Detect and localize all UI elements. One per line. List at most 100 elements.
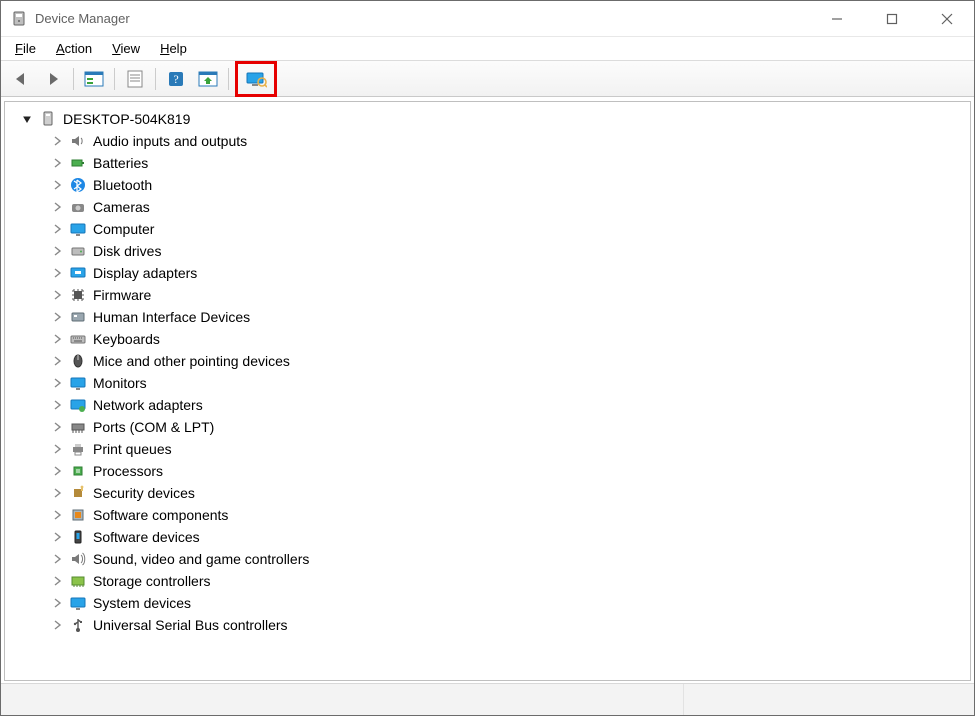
chip-icon	[69, 286, 87, 304]
toolbar-separator	[114, 68, 115, 90]
chevron-right-icon[interactable]	[51, 267, 63, 279]
menu-view[interactable]: View	[104, 39, 148, 58]
tree-node[interactable]: Disk drives	[11, 240, 968, 262]
chevron-right-icon[interactable]	[51, 465, 63, 477]
tree-node[interactable]: Print queues	[11, 438, 968, 460]
app-icon	[11, 11, 27, 27]
chevron-right-icon[interactable]	[51, 289, 63, 301]
tree-node-label: Cameras	[93, 199, 150, 215]
tree-node-label: Software devices	[93, 529, 200, 545]
tree-node[interactable]: Ports (COM & LPT)	[11, 416, 968, 438]
chevron-right-icon[interactable]	[51, 135, 63, 147]
chevron-right-icon[interactable]	[51, 399, 63, 411]
update-driver-button[interactable]	[194, 65, 222, 93]
cpu-icon	[69, 462, 87, 480]
chevron-right-icon[interactable]	[51, 311, 63, 323]
tree-node-label: Bluetooth	[93, 177, 152, 193]
sound-icon	[69, 550, 87, 568]
speaker-icon	[69, 132, 87, 150]
chevron-right-icon[interactable]	[51, 553, 63, 565]
network-icon	[69, 396, 87, 414]
annotation-highlight	[235, 61, 277, 97]
tree-node[interactable]: Universal Serial Bus controllers	[11, 614, 968, 636]
tree-node-label: System devices	[93, 595, 191, 611]
menu-help[interactable]: Help	[152, 39, 195, 58]
tree-node-label: Security devices	[93, 485, 195, 501]
tree-node-label: Mice and other pointing devices	[93, 353, 290, 369]
software-component-icon	[69, 506, 87, 524]
chevron-right-icon[interactable]	[51, 333, 63, 345]
tree-node-label: Human Interface Devices	[93, 309, 250, 325]
chevron-right-icon[interactable]	[51, 619, 63, 631]
toolbar-separator	[73, 68, 74, 90]
toolbar-separator	[155, 68, 156, 90]
maximize-button[interactable]	[864, 1, 919, 37]
chevron-right-icon[interactable]	[51, 355, 63, 367]
tree-node[interactable]: Cameras	[11, 196, 968, 218]
chevron-down-icon[interactable]	[21, 113, 33, 125]
tree-root-node[interactable]: DESKTOP-504K819	[11, 108, 968, 130]
tree-node[interactable]: Human Interface Devices	[11, 306, 968, 328]
system-icon	[69, 594, 87, 612]
scan-hardware-button[interactable]	[242, 65, 270, 93]
camera-icon	[69, 198, 87, 216]
tree-node-label: Audio inputs and outputs	[93, 133, 247, 149]
chevron-right-icon[interactable]	[51, 487, 63, 499]
tree-node-label: Software components	[93, 507, 228, 523]
tree-node-label: Sound, video and game controllers	[93, 551, 309, 567]
chevron-right-icon[interactable]	[51, 575, 63, 587]
tree-node[interactable]: Software devices	[11, 526, 968, 548]
chevron-right-icon[interactable]	[51, 509, 63, 521]
device-tree[interactable]: DESKTOP-504K819 Audio inputs and outputs…	[4, 101, 971, 681]
tree-node-label: Print queues	[93, 441, 172, 457]
tree-node[interactable]: Processors	[11, 460, 968, 482]
tree-node[interactable]: Bluetooth	[11, 174, 968, 196]
tree-root-label: DESKTOP-504K819	[63, 111, 190, 127]
help-button[interactable]: ?	[162, 65, 190, 93]
tree-node-label: Computer	[93, 221, 154, 237]
tree-node[interactable]: Network adapters	[11, 394, 968, 416]
console-tree-button[interactable]	[80, 65, 108, 93]
tree-node[interactable]: Audio inputs and outputs	[11, 130, 968, 152]
tree-node[interactable]: Storage controllers	[11, 570, 968, 592]
tree-node[interactable]: Batteries	[11, 152, 968, 174]
chevron-right-icon[interactable]	[51, 597, 63, 609]
properties-button[interactable]	[121, 65, 149, 93]
tree-node[interactable]: Security devices	[11, 482, 968, 504]
chevron-right-icon[interactable]	[51, 443, 63, 455]
tree-node[interactable]: Display adapters	[11, 262, 968, 284]
tree-node-label: Keyboards	[93, 331, 160, 347]
battery-icon	[69, 154, 87, 172]
tree-node-label: Processors	[93, 463, 163, 479]
tree-node[interactable]: Monitors	[11, 372, 968, 394]
tree-node[interactable]: Keyboards	[11, 328, 968, 350]
tree-node-label: Universal Serial Bus controllers	[93, 617, 288, 633]
minimize-button[interactable]	[809, 1, 864, 37]
menu-action[interactable]: Action	[48, 39, 100, 58]
close-button[interactable]	[919, 1, 974, 37]
security-icon	[69, 484, 87, 502]
tree-node-label: Network adapters	[93, 397, 203, 413]
chevron-right-icon[interactable]	[51, 421, 63, 433]
chevron-right-icon[interactable]	[51, 377, 63, 389]
chevron-right-icon[interactable]	[51, 157, 63, 169]
bluetooth-icon	[69, 176, 87, 194]
titlebar: Device Manager	[1, 1, 974, 37]
back-button[interactable]	[7, 65, 35, 93]
tree-node-label: Storage controllers	[93, 573, 211, 589]
menu-file[interactable]: File	[7, 39, 44, 58]
tree-node[interactable]: System devices	[11, 592, 968, 614]
monitor-icon	[69, 374, 87, 392]
tree-node[interactable]: Firmware	[11, 284, 968, 306]
tree-node[interactable]: Sound, video and game controllers	[11, 548, 968, 570]
chevron-right-icon[interactable]	[51, 245, 63, 257]
chevron-right-icon[interactable]	[51, 179, 63, 191]
tree-node[interactable]: Computer	[11, 218, 968, 240]
forward-button[interactable]	[39, 65, 67, 93]
tree-node[interactable]: Mice and other pointing devices	[11, 350, 968, 372]
chevron-right-icon[interactable]	[51, 223, 63, 235]
tree-node[interactable]: Software components	[11, 504, 968, 526]
usb-icon	[69, 616, 87, 634]
chevron-right-icon[interactable]	[51, 201, 63, 213]
chevron-right-icon[interactable]	[51, 531, 63, 543]
